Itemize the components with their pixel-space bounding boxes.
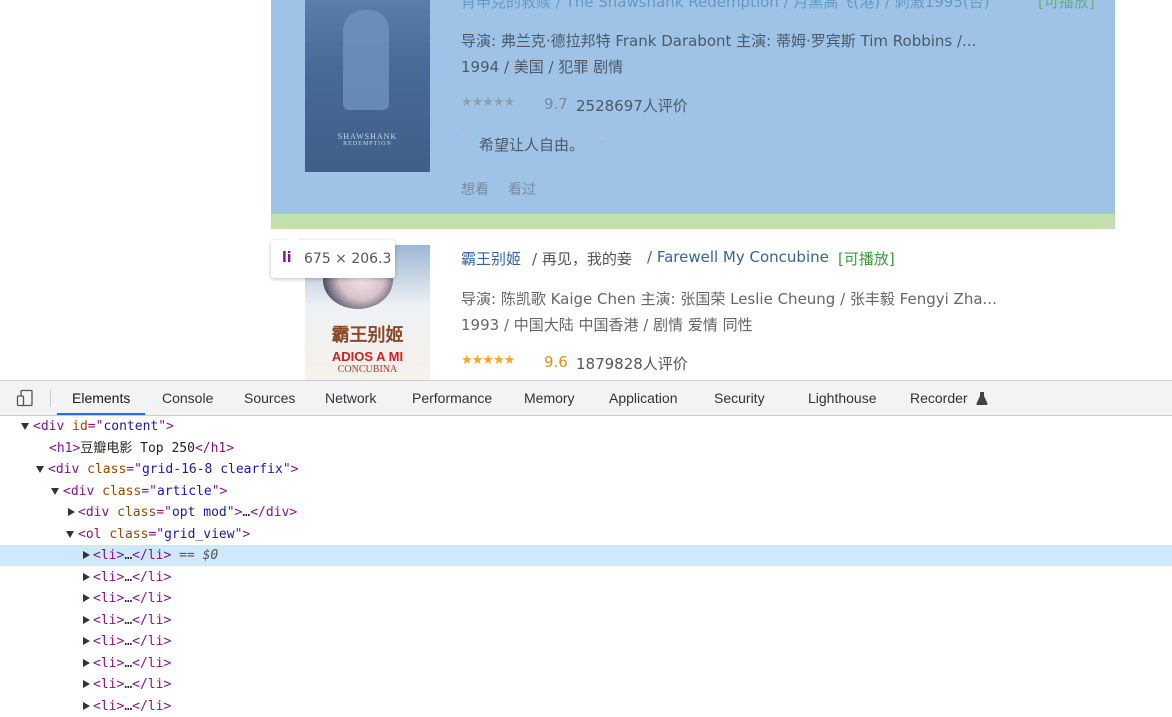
poster-subtitle-text: REDEMPTION <box>343 141 392 147</box>
dom-node-li-selected[interactable]: <li>…</li> == $0 <box>0 545 1172 566</box>
elements-dom-tree: <div id="content"> <h1>豆瓣电影 Top 250</h1>… <box>0 416 1172 714</box>
devtools-tab-bar: Elements Console Sources Network Perform… <box>0 381 1172 416</box>
movie-credits-farewell: 导演: 陈凯歌 Kaige Chen 主演: 张国荣 Leslie Cheung… <box>461 290 997 308</box>
recorder-flask-icon <box>976 390 988 409</box>
expand-arrow-icon[interactable] <box>83 680 90 688</box>
close-quote-icon: ” <box>597 132 608 156</box>
expand-arrow-icon[interactable] <box>83 615 90 624</box>
poster-spanish-title-1: ADIOS A MI <box>331 349 404 364</box>
page-viewport: SHAWSHANK REDEMPTION 肖申克的救赎 / The Shawsh… <box>0 0 1172 380</box>
movie-alt-title-farewell: / 再见，我的妾 <box>532 250 632 268</box>
movie-en-title-farewell: / Farewell My Concubine <box>647 248 829 266</box>
tab-sources[interactable]: Sources <box>244 381 295 415</box>
collapse-arrow-icon[interactable] <box>21 423 29 430</box>
dom-node-div-opt-mod[interactable]: <div class="opt mod">…</div> <box>0 502 1172 523</box>
dom-node-h1[interactable]: <h1>豆瓣电影 Top 250</h1> <box>0 438 1172 459</box>
tab-elements[interactable]: Elements <box>57 381 146 415</box>
movie-info-shawshank: 1994 / 美国 / 犯罪 剧情 <box>461 58 624 76</box>
dom-node-div-grid[interactable]: <div class="grid-16-8 clearfix"> <box>0 459 1172 480</box>
expand-arrow-icon[interactable] <box>83 551 90 559</box>
devtools-panel: Elements Console Sources Network Perform… <box>0 380 1172 714</box>
tab-application[interactable]: Application <box>609 381 678 415</box>
collapse-arrow-icon[interactable] <box>36 466 44 473</box>
movie-title-farewell[interactable]: 霸王别姬 <box>461 248 521 269</box>
watched-link[interactable]: 看过 <box>508 179 536 199</box>
dom-node-li[interactable]: <li>…</li> <box>0 567 1172 588</box>
movie-info-farewell: 1993 / 中国大陆 中国香港 / 剧情 爱情 同性 <box>461 316 753 334</box>
rating-score-farewell: 9.6 <box>544 353 568 371</box>
dom-node-li[interactable]: <li>…</li> <box>0 610 1172 631</box>
dom-node-li[interactable]: <li>…</li> <box>0 674 1172 695</box>
playable-link-farewell[interactable]: [可播放] <box>838 248 895 269</box>
dom-node-div-article[interactable]: <div class="article"> <box>0 481 1172 502</box>
expand-arrow-icon[interactable] <box>83 572 90 581</box>
dom-node-li[interactable]: <li>…</li> <box>0 631 1172 652</box>
dom-node-li[interactable]: <li>…</li> <box>0 588 1172 609</box>
movie-credits-shawshank: 导演: 弗兰克·德拉邦特 Frank Darabont 主演: 蒂姆·罗宾斯 T… <box>461 32 977 50</box>
poster-spanish-title-2: CONCUBINA <box>337 364 398 375</box>
dom-node-li[interactable]: <li>…</li> <box>0 696 1172 717</box>
rating-stars-farewell: ★★★★★ <box>461 353 515 368</box>
poster-chinese-title: 霸王别姬 <box>331 325 404 346</box>
playable-link-shawshank[interactable]: [可播放] <box>1038 0 1095 12</box>
tab-lighthouse[interactable]: Lighthouse <box>808 381 877 415</box>
tooltip-dimensions: 675 × 206.3 <box>304 251 392 267</box>
dom-node-div-content[interactable]: <div id="content"> <box>0 416 1172 437</box>
inspect-tooltip: li 675 × 206.3 <box>271 234 395 278</box>
expand-arrow-icon[interactable] <box>83 658 90 667</box>
collapse-arrow-icon[interactable] <box>66 530 74 538</box>
expand-arrow-icon[interactable] <box>83 637 90 645</box>
tab-security[interactable]: Security <box>714 381 765 415</box>
poster-title-text: SHAWSHANK <box>337 132 398 141</box>
rating-stars-shawshank: ★★★★★ <box>461 95 515 110</box>
movie-poster-shawshank[interactable]: SHAWSHANK REDEMPTION <box>305 0 430 172</box>
collapse-arrow-icon[interactable] <box>51 487 59 495</box>
open-quote-icon: “ <box>460 128 471 152</box>
rating-score-shawshank: 9.7 <box>544 95 568 113</box>
device-toolbar-icon[interactable] <box>16 389 34 407</box>
dom-node-ol-grid-view[interactable]: <ol class="grid_view"> <box>0 524 1172 545</box>
tab-recorder[interactable]: Recorder <box>910 381 968 415</box>
expand-arrow-icon[interactable] <box>83 701 90 710</box>
expand-arrow-icon[interactable] <box>83 594 90 602</box>
tooltip-tag-name: li <box>282 250 292 266</box>
expand-arrow-icon[interactable] <box>68 508 75 516</box>
tab-network[interactable]: Network <box>325 381 376 415</box>
dom-node-li[interactable]: <li>…</li> <box>0 653 1172 674</box>
tab-memory[interactable]: Memory <box>524 381 575 415</box>
want-to-watch-link[interactable]: 想看 <box>461 179 489 199</box>
rating-votes-farewell: 1879828人评价 <box>576 355 688 373</box>
poster-figure <box>343 10 389 110</box>
tab-performance[interactable]: Performance <box>412 381 492 415</box>
selected-node-reference: == $0 <box>171 548 219 563</box>
movie-quote-shawshank: 希望让人自由。 <box>479 136 585 154</box>
rating-votes-shawshank: 2528697人评价 <box>576 97 688 115</box>
inspected-element-padding <box>271 214 1115 229</box>
tab-separator <box>50 389 51 407</box>
movie-title-shawshank[interactable]: 肖申克的救赎 / The Shawshank Redemption / 月黑高飞… <box>461 0 990 12</box>
tab-console[interactable]: Console <box>162 381 213 415</box>
